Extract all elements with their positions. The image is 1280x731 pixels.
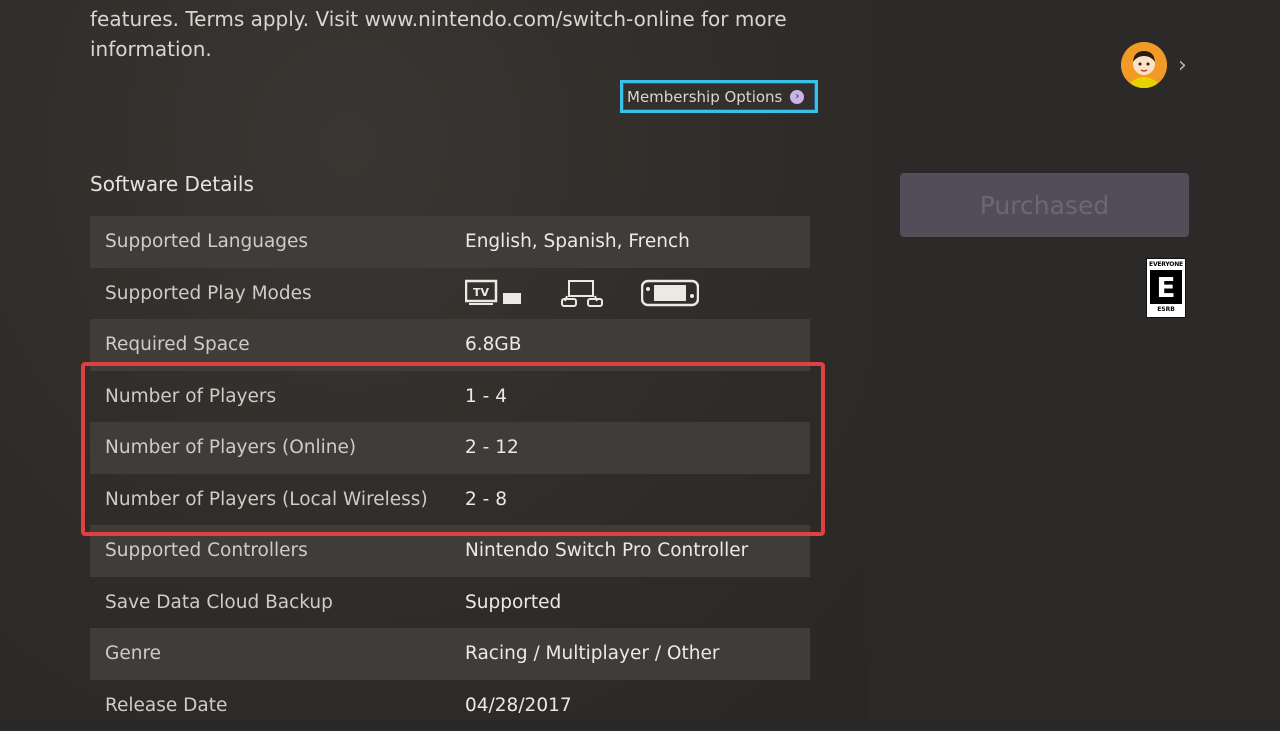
row-label: Supported Controllers bbox=[90, 540, 465, 561]
row-value: Racing / Multiplayer / Other bbox=[465, 643, 719, 664]
row-value: 6.8GB bbox=[465, 334, 521, 355]
tabletop-mode-icon bbox=[561, 279, 603, 307]
esrb-rating-bottom: ESRB bbox=[1157, 306, 1175, 313]
table-row: Supported Play Modes TV bbox=[90, 268, 810, 320]
row-label: Supported Play Modes bbox=[90, 283, 465, 304]
section-title: Software Details bbox=[90, 172, 254, 196]
row-label: Release Date bbox=[90, 695, 465, 716]
table-row: Genre Racing / Multiplayer / Other bbox=[90, 628, 810, 680]
row-label: Supported Languages bbox=[90, 231, 465, 252]
players-highlight-box bbox=[81, 362, 825, 536]
table-row: Supported Languages English, Spanish, Fr… bbox=[90, 216, 810, 268]
row-label: Save Data Cloud Backup bbox=[90, 592, 465, 613]
row-value: 04/28/2017 bbox=[465, 695, 572, 716]
row-label: Required Space bbox=[90, 334, 465, 355]
user-avatar[interactable] bbox=[1121, 42, 1167, 88]
esrb-rating-top: EVERYONE bbox=[1149, 261, 1183, 268]
purchased-button[interactable]: Purchased bbox=[900, 173, 1189, 237]
svg-text:TV: TV bbox=[473, 286, 490, 299]
handheld-mode-icon bbox=[641, 279, 699, 307]
tv-mode-icon: TV bbox=[465, 279, 523, 307]
side-panel bbox=[870, 0, 1280, 720]
membership-options-button[interactable]: Membership Options › bbox=[620, 80, 818, 113]
row-value: Nintendo Switch Pro Controller bbox=[465, 540, 748, 561]
membership-options-label: Membership Options bbox=[627, 88, 782, 106]
esrb-rating-letter: E bbox=[1150, 270, 1182, 304]
table-row: Save Data Cloud Backup Supported bbox=[90, 577, 810, 629]
row-value: English, Spanish, French bbox=[465, 231, 690, 252]
play-modes: TV bbox=[465, 279, 699, 307]
table-row: Release Date 04/28/2017 bbox=[90, 680, 810, 731]
mii-avatar-icon bbox=[1121, 42, 1167, 88]
chevron-right-icon: › bbox=[790, 90, 804, 104]
row-label: Genre bbox=[90, 643, 465, 664]
row-value: Supported bbox=[465, 592, 561, 613]
chevron-right-icon[interactable]: › bbox=[1178, 53, 1187, 78]
online-notice-text: features. Terms apply. Visit www.nintend… bbox=[90, 4, 830, 64]
esrb-rating-badge: EVERYONE E ESRB bbox=[1146, 258, 1186, 318]
